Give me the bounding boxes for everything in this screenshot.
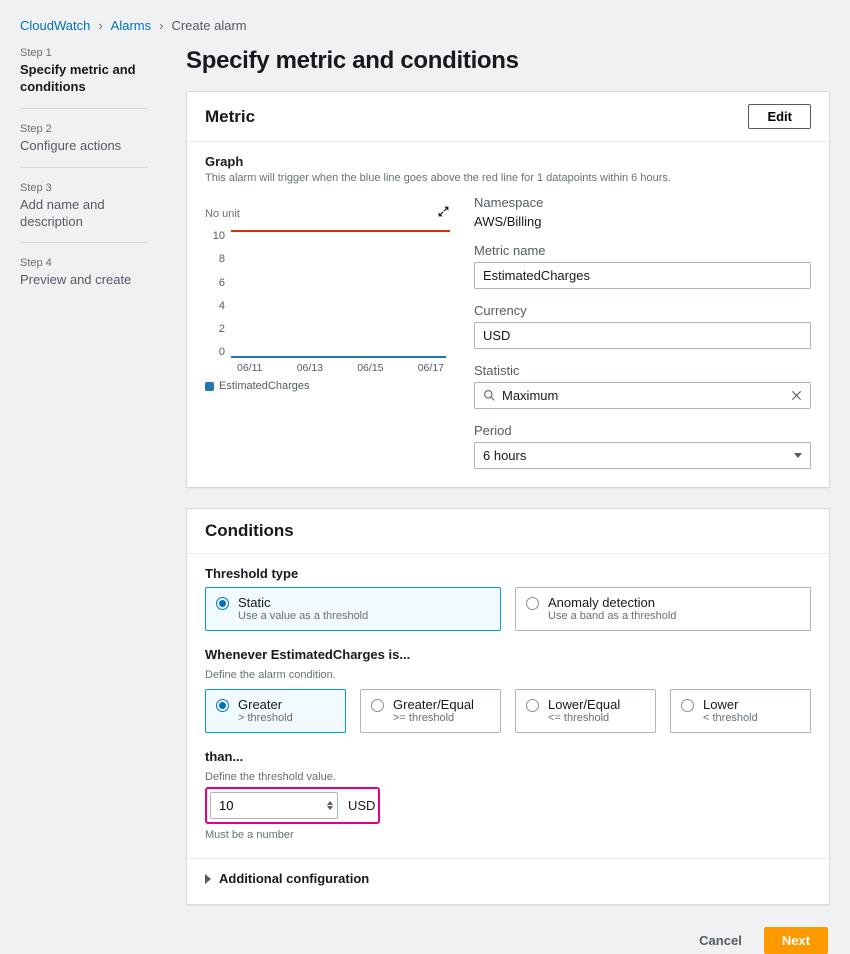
divider: [187, 858, 829, 859]
operator-lower-equal[interactable]: Lower/Equal <= threshold: [515, 689, 656, 733]
chevron-right-icon: ›: [159, 18, 163, 33]
legend-label: EstimatedCharges: [219, 380, 310, 392]
tile-subtitle: >= threshold: [393, 712, 474, 724]
threshold-type-anomaly[interactable]: Anomaly detection Use a band as a thresh…: [515, 587, 811, 631]
edit-button[interactable]: Edit: [748, 104, 811, 129]
tile-subtitle: Use a value as a threshold: [238, 610, 368, 622]
y-axis: 10 8 6 4 2 0: [205, 230, 225, 358]
radio-icon: [216, 699, 229, 712]
chart-unit-label: No unit: [205, 208, 240, 220]
conditions-panel-heading: Conditions: [205, 521, 294, 541]
statistic-label: Statistic: [474, 363, 811, 378]
breadcrumb-section[interactable]: Alarms: [111, 18, 151, 33]
metric-panel-heading: Metric: [205, 107, 255, 127]
step-1[interactable]: Step 1 Specify metric and conditions: [20, 47, 148, 109]
additional-label: Additional configuration: [219, 871, 369, 886]
step-2[interactable]: Step 2 Configure actions: [20, 123, 148, 168]
namespace-value: AWS/Billing: [474, 214, 811, 229]
threshold-type-static[interactable]: Static Use a value as a threshold: [205, 587, 501, 631]
threshold-type-label: Threshold type: [205, 566, 811, 581]
tile-subtitle: > threshold: [238, 712, 293, 724]
expand-icon[interactable]: [437, 205, 450, 221]
period-label: Period: [474, 423, 811, 438]
radio-icon: [216, 597, 229, 610]
radio-icon: [526, 597, 539, 610]
step-title: Configure actions: [20, 138, 148, 155]
radio-icon: [371, 699, 384, 712]
additional-configuration-toggle[interactable]: Additional configuration: [205, 871, 811, 886]
plot-area: [231, 230, 450, 358]
whenever-hint: Define the alarm condition.: [205, 668, 811, 682]
graph-heading: Graph: [205, 154, 811, 169]
than-helper: Must be a number: [205, 828, 811, 842]
radio-icon: [526, 699, 539, 712]
breadcrumb: CloudWatch › Alarms › Create alarm: [20, 18, 830, 33]
tile-title: Lower: [703, 697, 758, 712]
step-4[interactable]: Step 4 Preview and create: [20, 257, 148, 301]
tile-title: Greater: [238, 697, 293, 712]
conditions-panel: Conditions Threshold type Static Use a v…: [186, 508, 830, 905]
threshold-value-highlight: USD: [205, 787, 380, 824]
tile-subtitle: < threshold: [703, 712, 758, 724]
than-label: than...: [205, 749, 811, 764]
stepper-down-icon[interactable]: [327, 806, 333, 810]
namespace-label: Namespace: [474, 195, 811, 210]
currency-label: Currency: [474, 303, 811, 318]
threshold-value-field[interactable]: [211, 793, 323, 818]
operator-lower[interactable]: Lower < threshold: [670, 689, 811, 733]
tile-title: Anomaly detection: [548, 595, 676, 610]
wizard-steps: Step 1 Specify metric and conditions Ste…: [20, 47, 148, 954]
chart: No unit 10 8 6 4 2: [205, 205, 450, 392]
radio-icon: [681, 699, 694, 712]
x-axis: 06/11 06/13 06/15 06/17: [231, 362, 450, 374]
whenever-label: Whenever EstimatedCharges is...: [205, 647, 811, 662]
cancel-button[interactable]: Cancel: [689, 927, 752, 954]
chart-legend: EstimatedCharges: [205, 380, 450, 392]
clear-icon[interactable]: [791, 390, 802, 401]
step-title: Preview and create: [20, 272, 148, 289]
metric-panel: Metric Edit Graph This alarm will trigge…: [186, 91, 830, 488]
step-number: Step 2: [20, 123, 148, 135]
step-number: Step 4: [20, 257, 148, 269]
caret-right-icon: [205, 874, 211, 884]
step-title: Add name and description: [20, 197, 148, 231]
threshold-value-input[interactable]: [210, 792, 338, 819]
step-title: Specify metric and conditions: [20, 62, 148, 96]
threshold-line: [231, 230, 450, 232]
tile-title: Greater/Equal: [393, 697, 474, 712]
than-hint: Define the threshold value.: [205, 770, 811, 784]
step-number: Step 3: [20, 182, 148, 194]
search-icon: [483, 389, 496, 402]
tile-subtitle: Use a band as a threshold: [548, 610, 676, 622]
page-title: Specify metric and conditions: [186, 47, 830, 75]
statistic-input[interactable]: Maximum: [474, 382, 811, 409]
tile-title: Static: [238, 595, 368, 610]
metric-name-input[interactable]: EstimatedCharges: [474, 262, 811, 289]
legend-swatch: [205, 382, 214, 391]
stepper-up-icon[interactable]: [327, 801, 333, 805]
tile-title: Lower/Equal: [548, 697, 620, 712]
tile-subtitle: <= threshold: [548, 712, 620, 724]
breadcrumb-current: Create alarm: [171, 18, 246, 33]
chevron-down-icon: [794, 453, 802, 458]
metric-name-label: Metric name: [474, 243, 811, 258]
breadcrumb-root[interactable]: CloudWatch: [20, 18, 90, 33]
period-select[interactable]: 6 hours: [474, 442, 811, 469]
graph-hint: This alarm will trigger when the blue li…: [205, 171, 811, 185]
chevron-right-icon: ›: [98, 18, 102, 33]
step-3[interactable]: Step 3 Add name and description: [20, 182, 148, 244]
next-button[interactable]: Next: [764, 927, 828, 954]
operator-greater-equal[interactable]: Greater/Equal >= threshold: [360, 689, 501, 733]
footer-actions: Cancel Next: [186, 925, 830, 954]
operator-greater[interactable]: Greater > threshold: [205, 689, 346, 733]
currency-input[interactable]: USD: [474, 322, 811, 349]
threshold-unit: USD: [348, 798, 375, 813]
step-number: Step 1: [20, 47, 148, 59]
metric-line: [231, 356, 446, 358]
